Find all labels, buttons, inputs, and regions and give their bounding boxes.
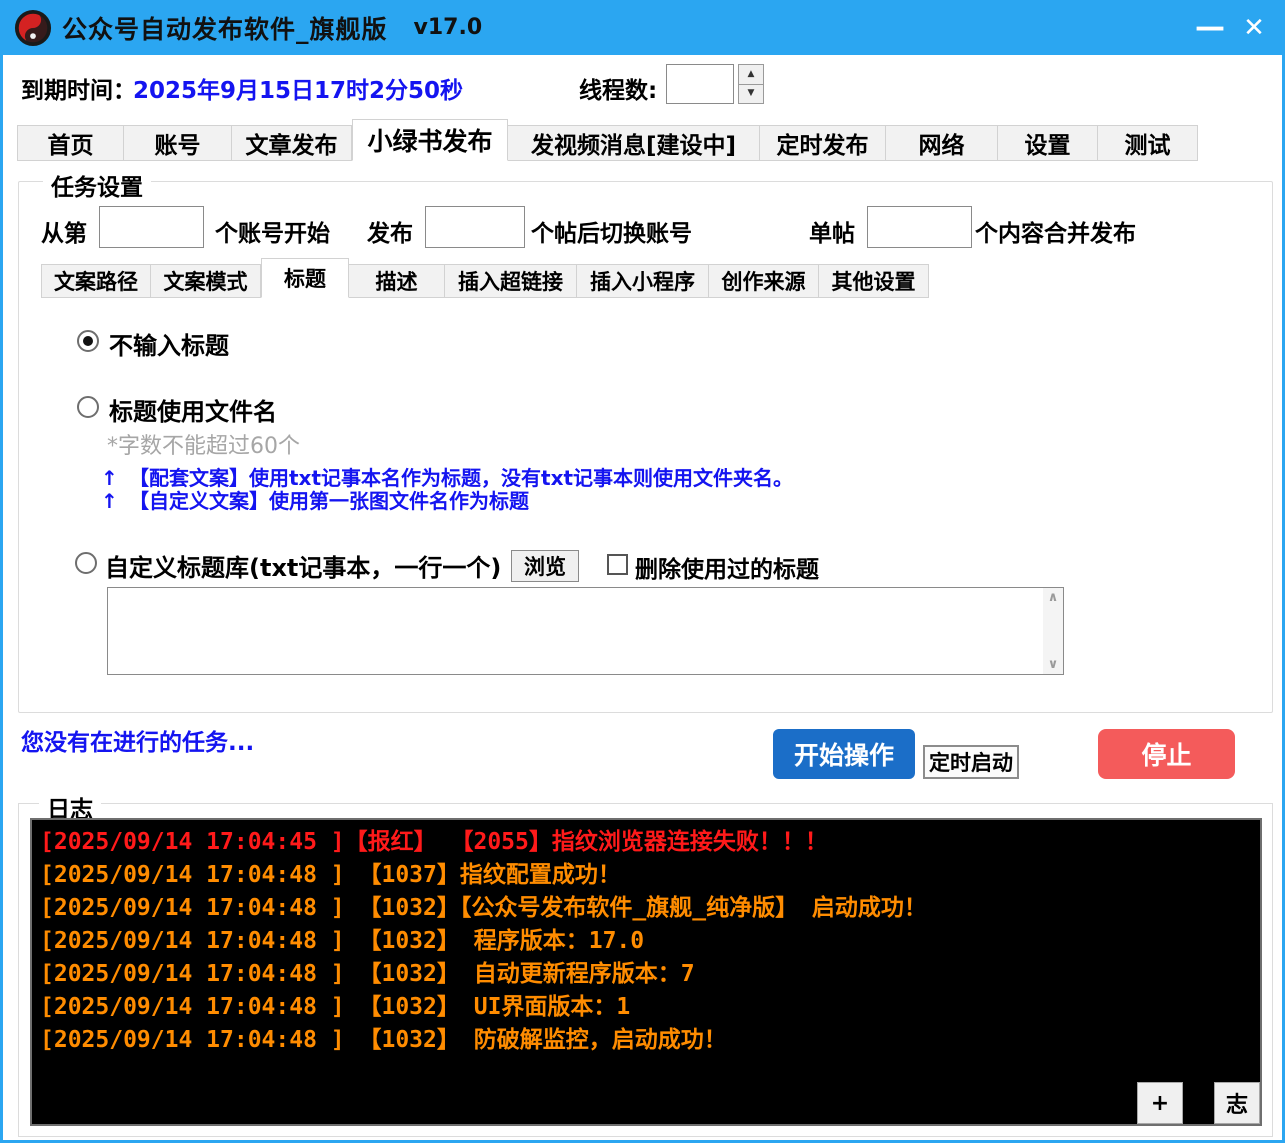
from-account-suffix: 个账号开始 [215,214,330,248]
delete-used-titles-checkbox[interactable] [607,554,628,575]
close-button[interactable]: ✕ [1231,0,1277,55]
tab-home[interactable]: 首页 [17,125,124,161]
log-line: [2025/09/14 17:04:48 ] 【1032】 程序版本：17.0 [40,925,1252,958]
subtab-source[interactable]: 创作来源 [709,264,819,298]
tab-test[interactable]: 测试 [1098,125,1198,161]
threads-label: 线程数: [579,71,657,105]
custom-titles-textarea[interactable] [108,588,1043,674]
subtab-copy-mode[interactable]: 文案模式 [151,264,261,298]
scroll-up-icon[interactable]: ∧ [1048,590,1059,605]
app-logo-icon [14,9,52,47]
app-window: 公众号自动发布软件_旗舰版 v17.0 — ✕ 到期时间： 2025年9月15日… [0,0,1285,1143]
textarea-scrollbar[interactable]: ∧ ∨ [1043,588,1063,674]
radio-no-title-label: 不输入标题 [109,326,229,361]
log-line: [2025/09/14 17:04:48 ] 【1032】 防破解监控，启动成功… [40,1024,1252,1057]
publish-count-label: 发布 [367,214,413,248]
from-account-input[interactable] [99,206,204,248]
subtab-title[interactable]: 标题 [261,258,349,298]
tab-xiaolvshu-publish[interactable]: 小绿书发布 [352,119,508,161]
subtab-copy-path[interactable]: 文案路径 [41,264,151,298]
radio-use-filename[interactable] [77,396,99,418]
subtab-description[interactable]: 描述 [349,264,445,298]
radio-use-filename-label: 标题使用文件名 [109,392,277,427]
subtab-other[interactable]: 其他设置 [819,264,929,298]
task-settings-group: 任务设置 从第 个账号开始 发布 个帖后切换账号 单帖 个内容合并发布 文案路径… [18,181,1273,713]
log-line: [2025/09/14 17:04:48 ] 【1032】【公众号发布软件_旗舰… [40,892,1252,925]
log-area: [2025/09/14 17:04:45 ]【报红】 【2055】指纹浏览器连接… [30,818,1262,1126]
task-status-text: 您没有在进行的任务... [21,723,254,757]
subtab-hyperlink[interactable]: 插入超链接 [445,264,577,298]
threads-input[interactable] [666,64,734,104]
title-bar: 公众号自动发布软件_旗舰版 v17.0 — ✕ [0,0,1285,55]
tab-network[interactable]: 网络 [886,125,998,161]
log-line: [2025/09/14 17:04:45 ]【报红】 【2055】指纹浏览器连接… [40,826,1252,859]
subtab-miniprogram[interactable]: 插入小程序 [577,264,709,298]
tab-article-publish[interactable]: 文章发布 [232,125,352,161]
radio-custom-titles-label: 自定义标题库(txt记事本，一行一个) [105,548,501,583]
hint-line-2: ↑【自定义文案】使用第一张图文件名作为标题 [101,485,529,514]
hint-2-text: 【自定义文案】使用第一张图文件名作为标题 [129,489,529,513]
radio-no-title[interactable] [77,330,99,352]
filename-note: *字数不能超过60个 [107,428,300,460]
tab-accounts[interactable]: 账号 [124,125,232,161]
radio-custom-titles[interactable] [75,552,97,574]
publish-count-input[interactable] [425,206,525,248]
scroll-down-icon[interactable]: ∨ [1048,657,1059,672]
single-post-input[interactable] [867,206,972,248]
threads-spinner: ▲ ▼ [738,64,764,104]
log-group: 日志 [2025/09/14 17:04:45 ]【报红】 【2055】指纹浏览… [18,803,1273,1137]
stop-button[interactable]: 停止 [1098,729,1235,779]
minimize-button[interactable]: — [1187,0,1233,55]
up-arrow-icon: ↑ [101,489,129,513]
browse-button[interactable]: 浏览 [511,550,579,582]
task-settings-legend: 任务设置 [43,168,151,202]
expire-label: 到期时间： [21,71,136,105]
publish-count-suffix: 个帖后切换账号 [531,214,692,248]
start-operation-button[interactable]: 开始操作 [773,729,915,779]
spin-up-icon[interactable]: ▲ [738,64,764,85]
header-row: 到期时间： 2025年9月15日17时2分50秒 线程数: ▲ ▼ [3,55,1282,117]
log-toggle-button[interactable]: 志 [1214,1082,1260,1124]
custom-titles-box: ∧ ∨ [107,587,1064,675]
log-line: [2025/09/14 17:04:48 ] 【1037】指纹配置成功！ [40,859,1252,892]
expire-value: 2025年9月15日17时2分50秒 [133,71,463,105]
log-line: [2025/09/14 17:04:48 ] 【1032】 UI界面版本：1 [40,991,1252,1024]
tab-scheduled-publish[interactable]: 定时发布 [760,125,886,161]
log-plus-button[interactable]: + [1137,1082,1183,1124]
main-tab-bar: 首页 账号 文章发布 小绿书发布 发视频消息[建设中] 定时发布 网络 设置 测… [17,121,1198,161]
tab-video-message[interactable]: 发视频消息[建设中] [508,125,760,161]
spin-down-icon[interactable]: ▼ [738,85,764,105]
scheduled-start-button[interactable]: 定时启动 [923,745,1019,779]
tab-settings[interactable]: 设置 [998,125,1098,161]
delete-used-titles-label: 删除使用过的标题 [635,550,819,584]
status-row: 您没有在进行的任务... 开始操作 定时启动 停止 [3,715,1282,791]
version-label: v17.0 [414,15,483,40]
single-post-label: 单帖 [809,214,855,248]
single-post-suffix: 个内容合并发布 [975,214,1136,248]
log-line: [2025/09/14 17:04:48 ] 【1032】 自动更新程序版本：7 [40,958,1252,991]
from-account-label: 从第 [41,214,87,248]
window-title: 公众号自动发布软件_旗舰版 [62,10,388,46]
sub-tab-bar: 文案路径 文案模式 标题 描述 插入超链接 插入小程序 创作来源 其他设置 [41,260,929,298]
